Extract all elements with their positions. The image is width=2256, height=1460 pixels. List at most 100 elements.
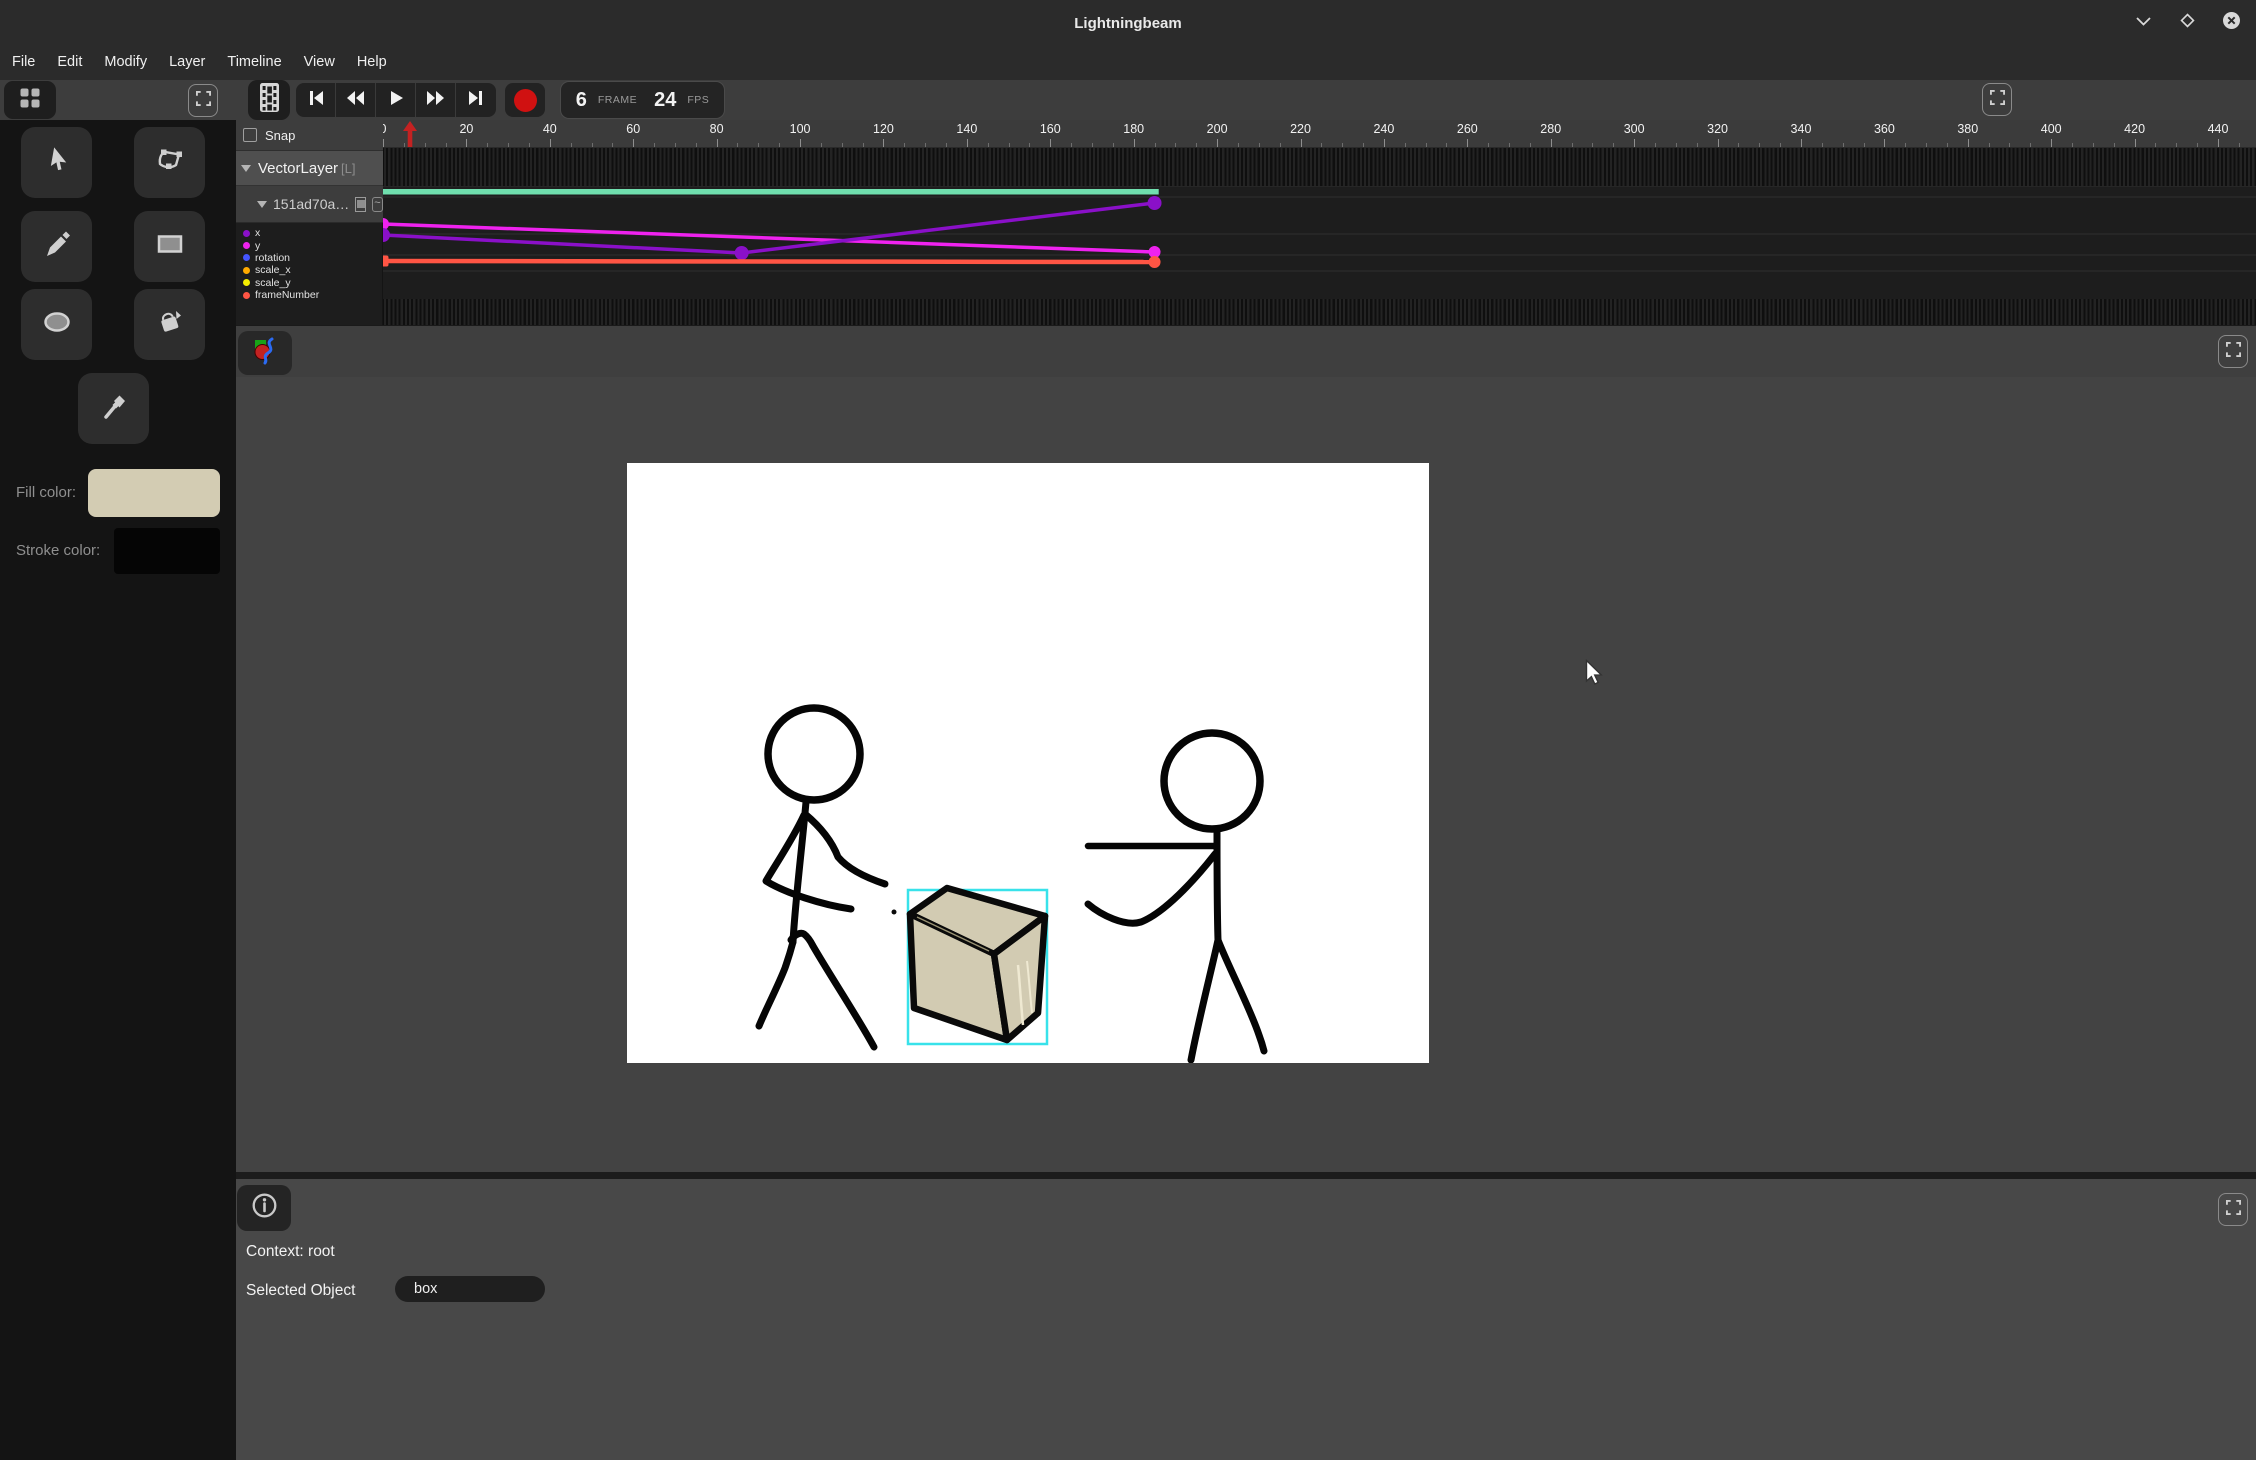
curve-track[interactable] (236, 186, 2256, 299)
stroke-swatch[interactable] (114, 528, 220, 574)
stick-figure-left[interactable] (759, 708, 885, 1047)
ruler-tick (1113, 143, 1114, 147)
record-button[interactable] (505, 83, 545, 117)
menu-item-modify[interactable]: Modify (93, 45, 158, 80)
skip-to-end-button[interactable] (456, 83, 496, 117)
property-row-y[interactable]: y (236, 239, 383, 251)
paint-bucket-tool-button[interactable] (134, 289, 205, 360)
property-row-x[interactable]: x (236, 227, 383, 239)
select-arrow-icon (42, 145, 72, 180)
selected-object-value[interactable]: box (395, 1276, 545, 1302)
playhead[interactable] (403, 121, 417, 148)
layer-panel: Snap VectorLayer [L] 151ad70a… ~ xyrotat… (236, 120, 383, 325)
ruler-label: 300 (1624, 122, 1645, 136)
curve-y[interactable] (383, 224, 1155, 252)
keyframe-dot[interactable] (1148, 196, 1162, 210)
frame-track-top[interactable] (236, 148, 2256, 186)
property-row-frameNumber[interactable]: frameNumber (236, 289, 383, 301)
collapse-triangle-icon[interactable] (241, 165, 251, 172)
property-row-scale_x[interactable]: scale_x (236, 264, 383, 276)
property-label: frameNumber (255, 289, 319, 301)
eyedropper-tool-button[interactable] (78, 373, 149, 444)
ruler-tick (675, 143, 676, 147)
info-button[interactable] (237, 1185, 291, 1231)
ruler-label: 360 (1874, 122, 1895, 136)
menu-item-view[interactable]: View (293, 45, 346, 80)
fill-swatch[interactable] (88, 469, 220, 517)
layer-row-vectorlayer[interactable]: VectorLayer [L] (236, 151, 383, 186)
keyframe-dot[interactable] (1149, 256, 1161, 268)
info-expand-button[interactable] (2218, 1193, 2248, 1226)
ruler-label: 180 (1123, 122, 1144, 136)
curve-frameNumber[interactable] (383, 261, 1155, 262)
menu-item-help[interactable]: Help (346, 45, 398, 80)
ruler-tick (1634, 139, 1635, 147)
layer-visibility-toggle[interactable] (355, 197, 366, 212)
ruler-tick (2155, 143, 2156, 147)
keyframe-dot[interactable] (735, 246, 749, 260)
maximize-button[interactable] (2176, 12, 2198, 34)
ruler-tick (1071, 143, 1072, 147)
pencil-tool-button[interactable] (21, 211, 92, 282)
ruler-label: 420 (2124, 122, 2145, 136)
app-window: Lightningbeam FileEditModifyLayerTimelin… (0, 0, 2256, 1460)
snap-label: Snap (265, 128, 295, 143)
ruler-tick (2176, 143, 2177, 147)
minimize-button[interactable] (2132, 12, 2154, 34)
frame-track-bottom[interactable] (236, 299, 2256, 325)
collapse-triangle-icon[interactable] (257, 201, 267, 208)
transform-tool-button[interactable] (134, 127, 205, 198)
layer-tween-toggle[interactable]: ~ (372, 197, 383, 212)
panel-grid-button[interactable] (4, 81, 56, 119)
menu-item-timeline[interactable]: Timeline (216, 45, 292, 80)
property-row-scale_y[interactable]: scale_y (236, 277, 383, 289)
play-button[interactable] (376, 83, 416, 117)
skip-to-start-button[interactable] (296, 83, 336, 117)
select-tool-button[interactable] (21, 127, 92, 198)
timeline-expand-button[interactable] (1982, 83, 2012, 116)
fast-forward-button[interactable] (416, 83, 456, 117)
ruler-tick (1884, 139, 1885, 147)
play-icon (387, 89, 405, 112)
menu-item-edit[interactable]: Edit (46, 45, 93, 80)
film-button[interactable] (248, 80, 290, 120)
timeline-ruler[interactable]: 0204060801001201401601802002202402602803… (236, 120, 2256, 148)
ruler-label: 320 (1707, 122, 1728, 136)
close-button[interactable] (2220, 12, 2242, 34)
ruler-tick (1738, 143, 1739, 147)
canvas-tab-button[interactable] (238, 331, 292, 375)
ruler-tick (800, 139, 801, 147)
property-row-rotation[interactable]: rotation (236, 252, 383, 264)
sublayer-row[interactable]: 151ad70a… ~ (236, 186, 383, 223)
ruler-tick (1384, 139, 1385, 147)
ruler-tick (1009, 143, 1010, 147)
selected-object-label: Selected Object (246, 1282, 355, 1300)
ruler-tick (1280, 143, 1281, 147)
menu-item-layer[interactable]: Layer (158, 45, 216, 80)
snap-checkbox[interactable] (243, 128, 257, 142)
canvas-area[interactable] (236, 377, 2256, 1172)
ruler-tick (904, 143, 905, 147)
ruler-tick (779, 143, 780, 147)
box-object[interactable] (892, 888, 1046, 1040)
canvas-expand-button[interactable] (2218, 335, 2248, 368)
menu-item-file[interactable]: File (1, 45, 46, 80)
property-color-dot (243, 230, 250, 237)
ruler-tick (1196, 143, 1197, 147)
rectangle-tool-button[interactable] (134, 211, 205, 282)
expand-icon (2226, 1200, 2241, 1220)
layer-name: VectorLayer (258, 160, 338, 177)
rewind-button[interactable] (336, 83, 376, 117)
ruler-label: 440 (2208, 122, 2229, 136)
stage[interactable] (627, 463, 1429, 1063)
fast-forward-icon (426, 89, 445, 112)
ruler-tick (2218, 139, 2219, 147)
ruler-tick (1050, 139, 1051, 147)
ruler-tick (1572, 143, 1573, 147)
layer-extent-bar[interactable] (383, 189, 1159, 195)
menu-bar: FileEditModifyLayerTimelineViewHelp (0, 45, 2256, 80)
ruler-tick (1822, 143, 1823, 147)
sidebar-expand-button[interactable] (188, 84, 218, 117)
stick-figure-right[interactable] (1088, 733, 1264, 1060)
ellipse-tool-button[interactable] (21, 289, 92, 360)
